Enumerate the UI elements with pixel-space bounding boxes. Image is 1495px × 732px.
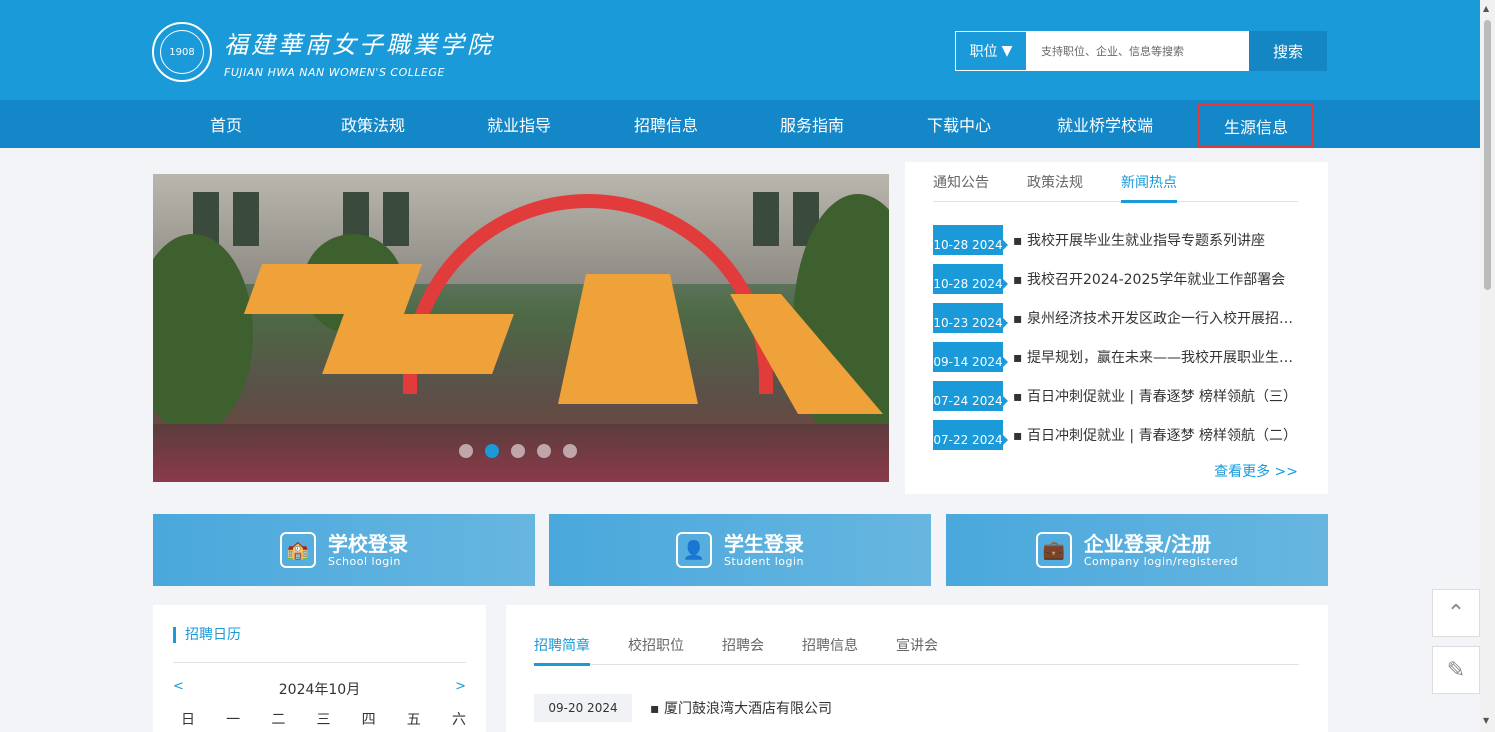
news-list: 10-28 2024 ▪ 我校开展毕业生就业指导专题系列讲座 10-28 202…: [933, 220, 1303, 454]
student-icon: 👤: [675, 532, 712, 568]
recruit-calendar: 招聘日历 < 2024年10月 > 日 一 二 三 四 五 六: [153, 605, 486, 732]
chevron-down-icon: ▼: [1001, 43, 1013, 59]
recruit-date: 09-20 2024: [534, 694, 632, 722]
list-item[interactable]: 10-28 2024 ▪ 我校召开2024-2025学年就业工作部署会: [933, 259, 1303, 298]
weekday: 日: [181, 712, 195, 728]
weekday: 五: [406, 712, 421, 728]
search-type-label: 职位: [969, 44, 998, 60]
feedback-button[interactable]: ✎: [1432, 646, 1480, 694]
carousel-dot[interactable]: [459, 444, 473, 458]
nav-bridge[interactable]: 就业桥学校端: [1047, 100, 1163, 148]
nav-recruit[interactable]: 招聘信息: [608, 100, 724, 148]
nav-home[interactable]: 首页: [168, 100, 284, 148]
tab-campus-jobs[interactable]: 校招职位: [628, 635, 684, 665]
recruit-panel: 招聘简章 校招职位 招聘会 招聘信息 宣讲会 09-20 2024 ▪ 厦门鼓浪…: [506, 605, 1328, 732]
nav-guidance[interactable]: 就业指导: [461, 100, 577, 148]
back-to-top-button[interactable]: ⌃: [1432, 589, 1480, 637]
weekday: 二: [271, 712, 286, 728]
carousel-dot[interactable]: [537, 444, 551, 458]
login-subtitle: Student login: [723, 554, 805, 568]
banner-carousel[interactable]: [153, 174, 889, 482]
main-nav: 首页 政策法规 就业指导 招聘信息 服务指南 下载中心 就业桥学校端 生源信息: [0, 100, 1480, 148]
weekday: 一: [226, 712, 241, 728]
nav-download[interactable]: 下载中心: [901, 100, 1017, 148]
tab-notice[interactable]: 通知公告: [933, 172, 989, 202]
nav-student-source[interactable]: 生源信息: [1198, 104, 1314, 148]
calendar-prev-button[interactable]: <: [173, 679, 184, 699]
carousel-dot-active[interactable]: [485, 444, 499, 458]
news-date: 07-22 2024: [933, 419, 1008, 450]
recruit-tabs: 招聘简章 校招职位 招聘会 招聘信息 宣讲会: [534, 635, 1299, 666]
list-item[interactable]: 07-22 2024 ▪ 百日冲刺促就业 | 青春逐梦 榜样领航（二）: [933, 415, 1303, 454]
list-item[interactable]: 10-28 2024 ▪ 我校开展毕业生就业指导专题系列讲座: [933, 220, 1303, 259]
carousel-indicators: [459, 444, 577, 458]
student-login-button[interactable]: 👤 学生登录 Student login: [549, 514, 931, 586]
search-type-select[interactable]: 职位 ▼: [955, 31, 1027, 71]
chevron-up-icon: ⌃: [1446, 600, 1466, 626]
site-header: 1908 福建華南女子職業学院 FUJIAN HWA NAN WOMEN'S C…: [0, 0, 1480, 100]
calendar-weekdays: 日 一 二 三 四 五 六: [181, 709, 466, 729]
search-button[interactable]: 搜索: [1249, 31, 1327, 71]
nav-policy[interactable]: 政策法规: [315, 100, 431, 148]
view-more-link[interactable]: 查看更多 >>: [1214, 461, 1298, 481]
news-date: 07-24 2024: [933, 380, 1008, 411]
edit-icon: ✎: [1446, 657, 1466, 683]
list-item[interactable]: 09-20 2024 ▪ 厦门鼓浪湾大酒店有限公司: [534, 694, 832, 722]
login-title: 学校登录: [328, 531, 408, 556]
calendar-next-button[interactable]: >: [455, 679, 466, 699]
login-subtitle: School login: [328, 554, 401, 568]
news-title: ▪ 提早规划，赢在未来——我校开展职业生涯...: [1013, 349, 1298, 366]
login-subtitle: Company login/registered: [1083, 554, 1239, 568]
scroll-thumb[interactable]: [1484, 20, 1491, 290]
news-date: 09-14 2024: [933, 341, 1008, 372]
tab-brochure[interactable]: 招聘简章: [534, 635, 590, 666]
briefcase-icon: 💼: [1035, 532, 1072, 568]
search-input[interactable]: [1027, 31, 1249, 71]
weekday: 四: [361, 712, 376, 728]
news-date: 10-28 2024: [933, 224, 1008, 255]
scroll-up-icon[interactable]: ▲: [1483, 4, 1489, 13]
news-date: 10-23 2024: [933, 302, 1008, 333]
search-bar: 职位 ▼ 搜索: [955, 31, 1327, 71]
login-title: 企业登录/注册: [1083, 531, 1212, 556]
tab-job-fair[interactable]: 招聘会: [722, 635, 764, 665]
scroll-down-icon[interactable]: ▼: [1483, 716, 1489, 725]
school-login-button[interactable]: 🏫 学校登录 School login: [153, 514, 535, 586]
carousel-dot[interactable]: [511, 444, 525, 458]
page-scrollbar[interactable]: ▲ ▼: [1480, 0, 1495, 732]
calendar-title: 招聘日历: [173, 627, 241, 643]
logo-english-name: FUJIAN HWA NAN WOMEN'S COLLEGE: [224, 66, 445, 79]
tab-hot-news[interactable]: 新闻热点: [1121, 172, 1177, 203]
calendar-month: 2024年10月: [278, 682, 361, 698]
news-title: ▪ 百日冲刺促就业 | 青春逐梦 榜样领航（三）: [1013, 388, 1298, 405]
list-item[interactable]: 07-24 2024 ▪ 百日冲刺促就业 | 青春逐梦 榜样领航（三）: [933, 376, 1303, 415]
news-title: ▪ 百日冲刺促就业 | 青春逐梦 榜样领航（二）: [1013, 427, 1298, 444]
recruit-title: ▪ 厦门鼓浪湾大酒店有限公司: [650, 701, 832, 717]
carousel-dot[interactable]: [563, 444, 577, 458]
weekday: 六: [451, 712, 466, 728]
logo-chinese-name: 福建華南女子職業学院: [224, 31, 494, 59]
list-item[interactable]: 10-23 2024 ▪ 泉州经济技术开发区政企一行入校开展招聘...: [933, 298, 1303, 337]
seal-year: 1908: [160, 30, 204, 74]
tab-presentation[interactable]: 宣讲会: [896, 635, 938, 665]
news-date: 10-28 2024: [933, 263, 1008, 294]
news-title: ▪ 我校召开2024-2025学年就业工作部署会: [1013, 271, 1286, 288]
news-tabs: 通知公告 政策法规 新闻热点: [933, 172, 1298, 203]
news-title: ▪ 我校开展毕业生就业指导专题系列讲座: [1013, 232, 1265, 249]
tab-policy[interactable]: 政策法规: [1027, 172, 1083, 202]
news-title: ▪ 泉州经济技术开发区政企一行入校开展招聘...: [1013, 310, 1298, 327]
login-title: 学生登录: [723, 531, 804, 556]
nav-service[interactable]: 服务指南: [754, 100, 870, 148]
weekday: 三: [316, 712, 331, 728]
company-login-button[interactable]: 💼 企业登录/注册 Company login/registered: [946, 514, 1328, 586]
school-icon: 🏫: [280, 532, 316, 568]
list-item[interactable]: 09-14 2024 ▪ 提早规划，赢在未来——我校开展职业生涯...: [933, 337, 1303, 376]
tab-recruit-info[interactable]: 招聘信息: [802, 635, 858, 665]
news-panel: 通知公告 政策法规 新闻热点 10-28 2024 ▪ 我校开展毕业生就业指导专…: [905, 162, 1328, 494]
college-seal-icon: 1908: [152, 22, 212, 82]
college-logo[interactable]: 1908 福建華南女子職業学院 FUJIAN HWA NAN WOMEN'S C…: [152, 22, 494, 82]
